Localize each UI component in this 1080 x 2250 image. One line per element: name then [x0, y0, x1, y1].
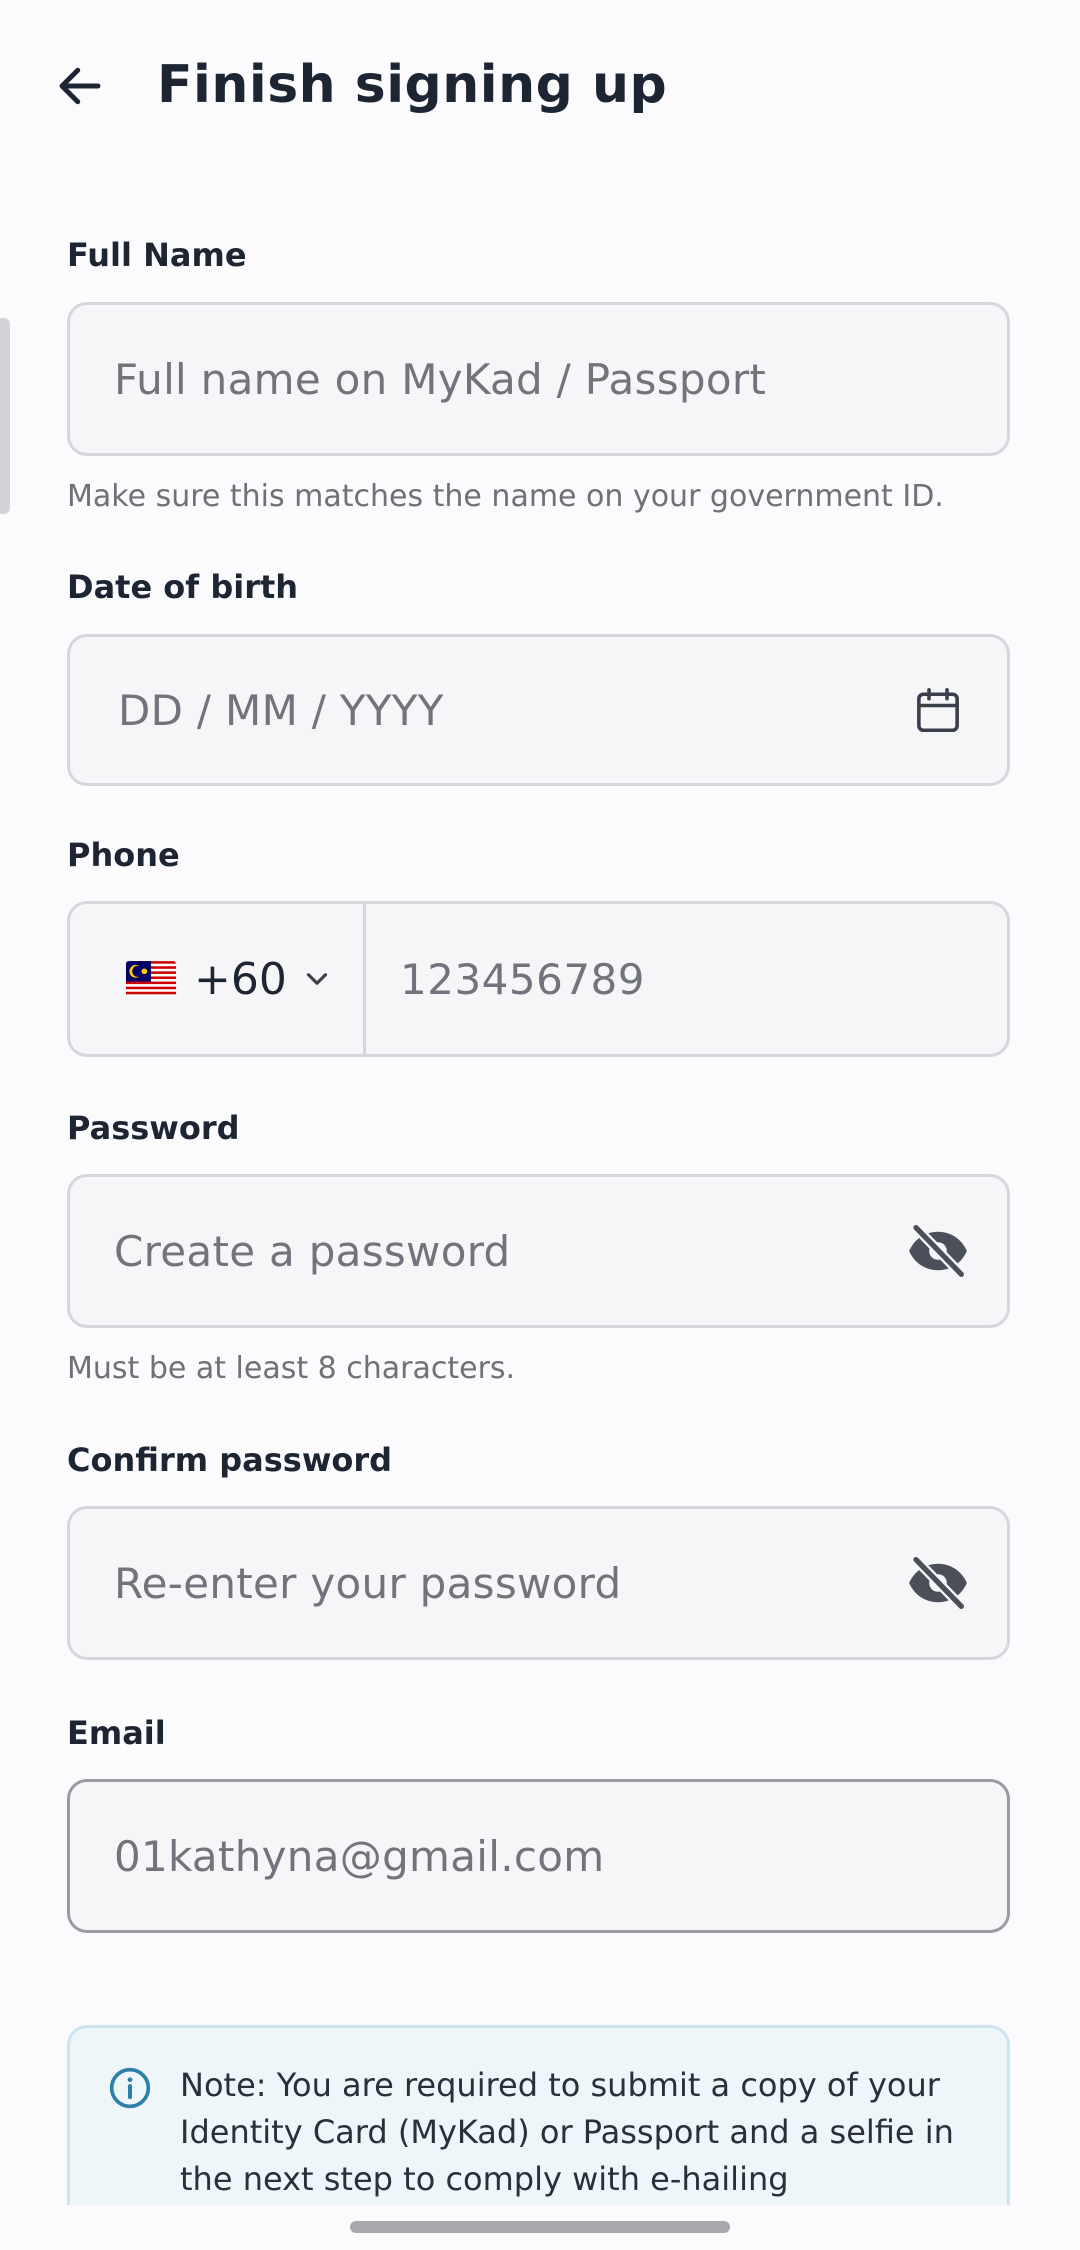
info-icon [109, 2067, 151, 2109]
phone-field: +60 123456789 [67, 901, 1010, 1057]
full-name-placeholder: Full name on MyKad / Passport [114, 354, 767, 404]
toggle-confirm-password-visibility-button[interactable] [903, 1509, 973, 1657]
phone-input[interactable]: 123456789 [400, 904, 645, 1054]
page-title: Finish signing up [157, 55, 668, 115]
eye-off-icon [909, 1554, 967, 1612]
confirm-password-label: Confirm password [67, 1441, 393, 1479]
dial-code: +60 [194, 953, 287, 1005]
full-name-label: Full Name [67, 236, 247, 274]
edge-handle[interactable] [0, 318, 10, 514]
calendar-icon [917, 687, 959, 733]
toggle-password-visibility-button[interactable] [903, 1177, 973, 1325]
calendar-button[interactable] [903, 637, 973, 783]
info-note: Note: You are required to submit a copy … [67, 2025, 1010, 2205]
password-field[interactable]: Create a password [67, 1174, 1010, 1328]
note-text: Note: You are required to submit a copy … [180, 2066, 954, 2198]
header: Finish signing up [0, 0, 1080, 170]
full-name-helper: Make sure this matches the name on your … [67, 479, 944, 514]
malaysia-flag-icon [126, 961, 176, 997]
email-value: 01kathyna@gmail.com [114, 1831, 605, 1881]
full-name-field[interactable]: Full name on MyKad / Passport [67, 302, 1010, 456]
dob-field[interactable]: DD / MM / YYYY [67, 634, 1010, 786]
back-button[interactable] [40, 46, 120, 126]
eye-off-icon [909, 1222, 967, 1280]
password-helper: Must be at least 8 characters. [67, 1351, 516, 1386]
email-field[interactable]: 01kathyna@gmail.com [67, 1779, 1010, 1933]
confirm-password-placeholder: Re-enter your password [114, 1558, 622, 1608]
phone-label: Phone [67, 836, 180, 874]
country-code-selector[interactable]: +60 [70, 904, 366, 1054]
email-label: Email [67, 1714, 166, 1752]
dob-label: Date of birth [67, 568, 299, 606]
password-placeholder: Create a password [114, 1226, 511, 1276]
password-label: Password [67, 1109, 240, 1147]
arrow-left-icon [59, 67, 101, 105]
dob-placeholder: DD / MM / YYYY [118, 685, 444, 735]
confirm-password-field[interactable]: Re-enter your password [67, 1506, 1010, 1660]
chevron-down-icon [306, 973, 328, 985]
home-indicator[interactable] [350, 2221, 730, 2233]
